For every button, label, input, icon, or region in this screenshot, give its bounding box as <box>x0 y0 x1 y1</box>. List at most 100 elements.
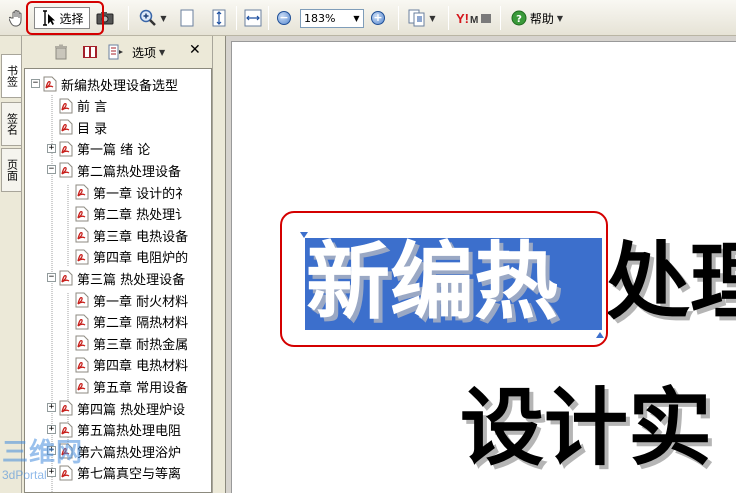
help-menu-button[interactable]: ? 帮助 ▼ <box>506 7 568 29</box>
tree-expander-minus-icon[interactable]: − <box>31 79 40 88</box>
bookmark-label: 第七篇真空与等离 <box>77 467 182 483</box>
options-menu-button[interactable]: 选项 ▼ <box>132 44 165 61</box>
bookmark-item[interactable]: 第二章 热处理讠 <box>75 203 188 225</box>
pdf-bookmark-icon <box>59 270 73 286</box>
tree-expander-plus-icon[interactable]: + <box>47 143 56 153</box>
bookmark-label: 第六篇热处理浴炉 <box>77 445 182 461</box>
plus-circle-icon: + <box>371 11 385 25</box>
pages-icon <box>408 9 425 27</box>
tab-signatures-label: 签名 <box>5 113 19 135</box>
bookmark-item[interactable]: 第五章 常用设备 <box>75 375 188 397</box>
tree-expander-plus-icon[interactable]: + <box>47 403 56 412</box>
bookmark-item[interactable]: 第二篇热处理设备 <box>59 159 181 181</box>
bookmark-label: 第二篇热处理设备 <box>77 164 182 180</box>
book-icon <box>83 46 97 58</box>
tree-expander-minus-icon[interactable]: − <box>47 273 56 283</box>
chevron-down-icon[interactable]: ▼ <box>350 10 363 27</box>
page-icon <box>180 9 194 27</box>
fit-width-icon <box>244 9 262 27</box>
hand-tool-button[interactable] <box>6 7 28 29</box>
bookmark-item[interactable]: 第四篇 热处理炉设 <box>59 397 185 419</box>
bookmark-item[interactable]: 第一章 设计的礻 <box>75 181 188 203</box>
panel-splitter[interactable] <box>212 36 226 493</box>
pdf-bookmark-icon <box>59 98 73 114</box>
tab-pages[interactable]: 页面 <box>1 148 21 192</box>
bookmark-item[interactable]: 第三章 耐热金属 <box>75 332 188 354</box>
svg-text:M: M <box>470 15 478 25</box>
selection-highlight <box>280 211 608 347</box>
tab-bookmarks[interactable]: 书签 <box>1 54 21 98</box>
bookmark-item[interactable]: 第四章 电热材料 <box>75 354 188 376</box>
bookmark-list-icon <box>108 44 123 60</box>
bookmark-label: 第五章 常用设备 <box>93 380 189 396</box>
pdf-bookmark-icon <box>59 141 73 157</box>
pdf-bookmark-icon <box>75 378 89 394</box>
title-rest-text[interactable]: 处理 <box>606 236 736 328</box>
bookmark-label: 第四章 电热材料 <box>93 359 189 375</box>
zoom-in-button[interactable]: + <box>368 7 388 29</box>
watermark-top-text: 三维网 <box>2 438 84 468</box>
bookmark-item[interactable]: 新编热处理设备选型 <box>43 73 178 95</box>
bookmark-label: 第三章 耐热金属 <box>93 337 189 353</box>
bookmark-label: 第一章 耐火材料 <box>93 294 189 310</box>
bookmark-label: 新编热处理设备选型 <box>61 78 179 94</box>
tab-pages-label: 页面 <box>5 159 19 181</box>
bookmark-item[interactable]: 前 言 <box>59 95 107 117</box>
minus-circle-icon: − <box>277 11 291 25</box>
bookmark-label: 第三章 电热设备 <box>93 229 189 245</box>
bookmark-label: 前 言 <box>77 100 108 116</box>
bookmark-item[interactable]: 第三篇 热处理设备 <box>59 267 185 289</box>
tab-signatures[interactable]: 签名 <box>1 102 21 146</box>
tree-expander-minus-icon[interactable]: − <box>47 165 56 175</box>
fit-page-button[interactable] <box>208 7 230 29</box>
bookmarks-tree: − 新编热处理设备选型前 言目 录 + 第一篇 绪 论 − 第二篇热处理设备 第一章 设计的… <box>24 68 212 493</box>
yahoo-search-button[interactable]: Y! M <box>454 7 494 29</box>
main-toolbar: 选择 ▼ − 183% ▼ + ▼ Y! M ? 帮助 ▼ <box>0 0 736 36</box>
fit-page-icon <box>212 9 226 27</box>
document-viewport[interactable]: 新编热 处理 设计实 <box>226 36 736 493</box>
bookmarks-panel: 选项 ▼ ✕ − 新编热处理设备选型前 言目 录 + 第一篇 绪 论 − 第二篇热处理设备… <box>24 36 212 493</box>
chevron-down-icon: ▼ <box>160 13 167 23</box>
help-icon: ? <box>511 10 527 26</box>
select-tool-highlight <box>26 1 104 35</box>
svg-text:Y!: Y! <box>456 11 469 25</box>
pdf-bookmark-icon <box>59 400 73 416</box>
bookmark-item[interactable]: 第二章 隔热材料 <box>75 311 188 333</box>
page-layout-button[interactable]: ▼ <box>404 7 440 29</box>
tree-expander-plus-icon[interactable]: + <box>47 424 56 434</box>
chevron-down-icon: ▼ <box>159 48 166 57</box>
pdf-bookmark-icon <box>59 422 73 438</box>
tab-bookmarks-label: 书签 <box>5 65 19 87</box>
help-label: 帮助 <box>529 11 554 26</box>
bookmark-item[interactable]: 目 录 <box>59 116 107 138</box>
bookmark-item[interactable]: 第一章 耐火材料 <box>75 289 188 311</box>
close-panel-button[interactable]: ✕ <box>189 42 201 58</box>
bookmark-item[interactable]: 第三章 电热设备 <box>75 224 188 246</box>
zoom-level-value: 183% <box>304 12 336 25</box>
subtitle-text[interactable]: 设计实 <box>460 380 712 476</box>
svg-text:?: ? <box>516 14 522 25</box>
bookmark-item[interactable]: 第四章 电阻炉的 <box>75 246 188 268</box>
options-label: 选项 <box>132 46 157 60</box>
watermark: 三维网 3dPortal <box>2 438 92 493</box>
zoom-tool-button[interactable]: ▼ <box>136 7 170 29</box>
new-bookmark-button[interactable] <box>82 44 98 63</box>
bookmark-label: 第五篇热处理电阻 <box>77 424 182 440</box>
delete-bookmark-button[interactable] <box>54 44 68 63</box>
side-tabs: 书签 签名 页面 <box>0 36 22 493</box>
bookmark-label: 第二章 隔热材料 <box>93 316 189 332</box>
pdf-bookmark-icon <box>75 184 89 200</box>
zoom-out-button[interactable]: − <box>274 7 294 29</box>
pdf-bookmark-icon <box>59 119 73 135</box>
expand-bookmark-button[interactable] <box>108 44 124 63</box>
zoom-level-select[interactable]: 183% ▼ <box>300 9 364 28</box>
bookmark-label: 第一章 设计的礻 <box>93 186 189 202</box>
fit-width-button[interactable] <box>242 7 264 29</box>
pdf-bookmark-icon <box>43 76 57 92</box>
pdf-bookmark-icon <box>75 206 89 222</box>
bookmark-label: 第一篇 绪 论 <box>77 143 151 159</box>
chevron-down-icon: ▼ <box>556 13 564 23</box>
bookmark-item[interactable]: 第一篇 绪 论 <box>59 138 150 160</box>
watermark-bottom-text: 3dPortal <box>2 468 47 482</box>
actual-size-button[interactable] <box>176 7 198 29</box>
